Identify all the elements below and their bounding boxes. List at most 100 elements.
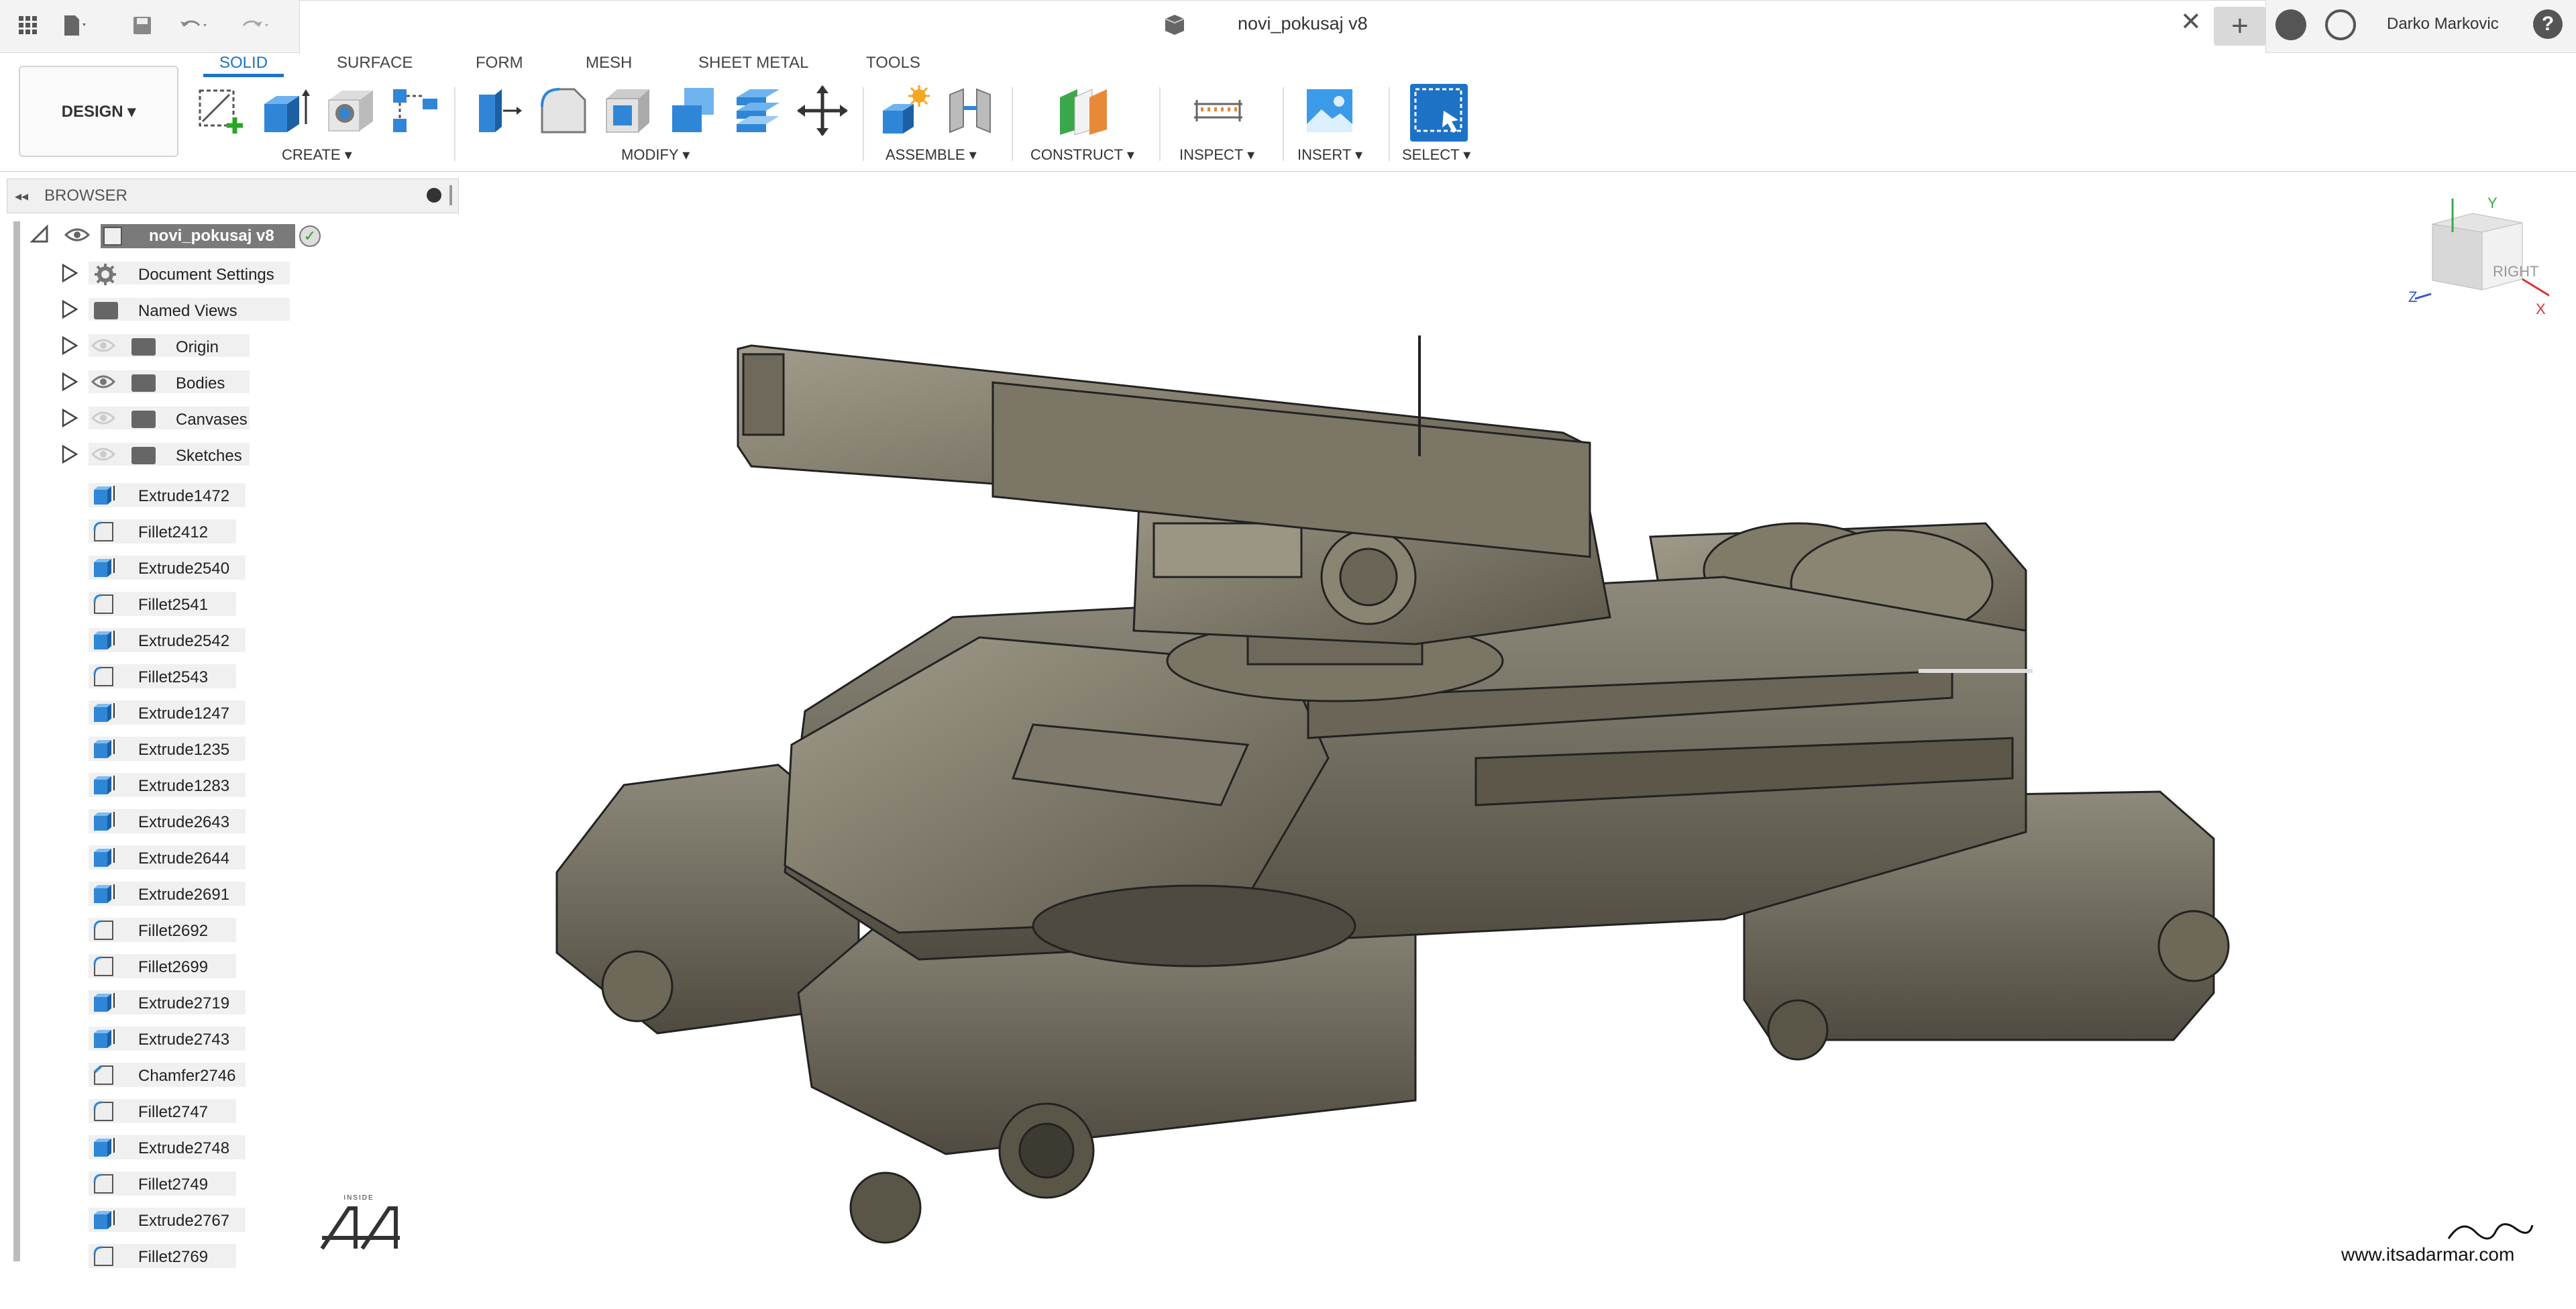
timeline-feature-label[interactable]: Chamfer2746 xyxy=(138,1067,235,1086)
expand-triangle-icon[interactable] xyxy=(60,444,79,464)
tab-surface[interactable]: SURFACE xyxy=(337,54,413,72)
new-tab-button[interactable]: + xyxy=(2214,7,2266,46)
extrude-feature-icon xyxy=(93,738,117,763)
tab-tools[interactable]: TOOLS xyxy=(866,54,920,72)
timeline-feature-label[interactable]: Fillet2543 xyxy=(138,668,208,687)
offset-plane-icon[interactable] xyxy=(1055,84,1108,138)
timeline-feature-label[interactable]: Fillet2769 xyxy=(138,1248,208,1267)
expand-triangle-icon[interactable] xyxy=(60,299,79,319)
extrude-icon[interactable] xyxy=(259,84,313,138)
folder-icon xyxy=(94,302,118,319)
combine-icon[interactable] xyxy=(667,84,720,138)
select-menu[interactable]: SELECT ▾ xyxy=(1402,146,1470,164)
modify-menu[interactable]: MODIFY ▾ xyxy=(621,146,690,164)
eye-hidden-icon[interactable] xyxy=(91,447,116,465)
timeline-feature-label[interactable]: Extrude2643 xyxy=(138,813,229,832)
timeline-feature-label[interactable]: Fillet2747 xyxy=(138,1103,208,1122)
extrude-feature-icon xyxy=(93,557,117,582)
timeline-feature-label[interactable]: Extrude2743 xyxy=(138,1031,229,1049)
browser-folder-label[interactable]: Canvases xyxy=(176,411,248,429)
create-menu[interactable]: CREATE ▾ xyxy=(282,146,352,164)
browser-title: BROWSER xyxy=(44,187,128,205)
document-title: novi_pokusaj v8 xyxy=(1238,13,1368,34)
eye-hidden-icon[interactable] xyxy=(91,338,116,356)
timeline-feature-label[interactable]: Fillet2692 xyxy=(138,922,208,941)
timeline-feature-label[interactable]: Fillet2749 xyxy=(138,1175,208,1194)
eye-icon[interactable] xyxy=(91,374,116,392)
expand-triangle-icon[interactable] xyxy=(60,408,79,428)
chamfer-feature-icon xyxy=(93,1064,117,1089)
file-menu-icon[interactable] xyxy=(59,9,91,42)
timeline-feature-label[interactable]: Extrude1235 xyxy=(138,741,229,760)
extrude-feature-icon xyxy=(93,1209,117,1234)
eye-icon[interactable] xyxy=(64,227,91,246)
divider xyxy=(1012,87,1013,161)
browser-folder-label[interactable]: Named Views xyxy=(138,302,237,321)
timeline-feature-label[interactable]: Fillet2699 xyxy=(138,958,208,977)
redo-icon[interactable] xyxy=(238,9,270,42)
browser-folder-label[interactable]: Bodies xyxy=(176,374,225,393)
folder-icon xyxy=(131,338,156,356)
workspace-switcher[interactable]: DESIGN ▾ xyxy=(19,66,178,157)
offset-face-icon[interactable] xyxy=(731,84,785,138)
assemble-menu[interactable]: ASSEMBLE ▾ xyxy=(885,146,977,164)
joint-icon[interactable] xyxy=(943,84,997,138)
timeline-feature-label[interactable]: Extrude1472 xyxy=(138,487,229,506)
expand-triangle-icon[interactable] xyxy=(60,335,79,356)
timeline-feature-label[interactable]: Extrude2719 xyxy=(138,994,229,1013)
close-tab-icon[interactable]: ✕ xyxy=(2180,7,2202,37)
insert-canvas-icon[interactable] xyxy=(1303,84,1356,138)
browser-options-icon[interactable] xyxy=(427,188,441,203)
hole-icon[interactable] xyxy=(325,84,378,138)
tab-form[interactable]: FORM xyxy=(476,54,523,72)
shell-icon[interactable] xyxy=(601,84,655,138)
job-status-icon[interactable] xyxy=(2275,9,2306,40)
expand-triangle-icon[interactable] xyxy=(60,263,79,283)
help-icon[interactable]: ? xyxy=(2533,9,2563,39)
timeline-feature-label[interactable]: Extrude2540 xyxy=(138,560,229,578)
construct-menu[interactable]: CONSTRUCT ▾ xyxy=(1030,146,1134,164)
timeline-feature-label[interactable]: Extrude2691 xyxy=(138,886,229,904)
new-component-icon[interactable] xyxy=(879,84,932,138)
create-sketch-icon[interactable] xyxy=(196,84,250,138)
notifications-clock-icon[interactable] xyxy=(2325,9,2356,40)
tab-solid[interactable]: SOLID xyxy=(219,54,268,72)
browser-folder-label[interactable]: Origin xyxy=(176,338,219,357)
move-icon[interactable] xyxy=(796,84,849,138)
select-icon[interactable] xyxy=(1410,84,1468,142)
timeline-feature-label[interactable]: Extrude2767 xyxy=(138,1212,229,1231)
measure-icon[interactable] xyxy=(1191,84,1245,138)
root-collapse-icon[interactable] xyxy=(30,224,50,248)
tab-sheet-metal[interactable]: SHEET METAL xyxy=(698,54,808,72)
user-account[interactable]: Darko Markovic xyxy=(2387,15,2499,34)
extrude-feature-icon xyxy=(93,1137,117,1161)
undo-icon[interactable] xyxy=(178,9,210,42)
fillet-icon[interactable] xyxy=(537,84,590,138)
browser-folder-label[interactable]: Document Settings xyxy=(138,266,274,284)
browser-pin-icon[interactable] xyxy=(449,185,452,205)
collapse-browser-icon[interactable]: ◂◂ xyxy=(15,188,28,205)
eye-hidden-icon[interactable] xyxy=(91,411,116,429)
activate-component-icon[interactable]: ✓ xyxy=(299,225,321,247)
pattern-icon[interactable] xyxy=(389,84,443,138)
expand-triangle-icon[interactable] xyxy=(60,372,79,392)
save-icon[interactable] xyxy=(126,9,158,42)
timeline-feature-label[interactable]: Extrude1247 xyxy=(138,704,229,723)
timeline-feature-label[interactable]: Fillet2541 xyxy=(138,596,208,615)
fillet-feature-icon xyxy=(93,1173,117,1198)
timeline-feature-label[interactable]: Extrude2644 xyxy=(138,849,229,868)
browser-scrollbar[interactable] xyxy=(13,221,20,1261)
inspect-menu[interactable]: INSPECT ▾ xyxy=(1179,146,1254,164)
fillet-feature-icon xyxy=(93,955,117,980)
timeline-feature-label[interactable]: Extrude2542 xyxy=(138,632,229,651)
insert-menu[interactable]: INSERT ▾ xyxy=(1297,146,1362,164)
viewport-canvas[interactable] xyxy=(463,172,2576,1306)
fillet-feature-icon xyxy=(93,666,117,690)
timeline-feature-label[interactable]: Extrude2748 xyxy=(138,1139,229,1158)
timeline-feature-label[interactable]: Extrude1283 xyxy=(138,777,229,796)
press-pull-icon[interactable] xyxy=(472,84,526,138)
tab-mesh[interactable]: MESH xyxy=(586,54,632,72)
timeline-feature-label[interactable]: Fillet2412 xyxy=(138,523,208,542)
app-grid-icon[interactable] xyxy=(12,9,44,42)
browser-folder-label[interactable]: Sketches xyxy=(176,447,242,466)
